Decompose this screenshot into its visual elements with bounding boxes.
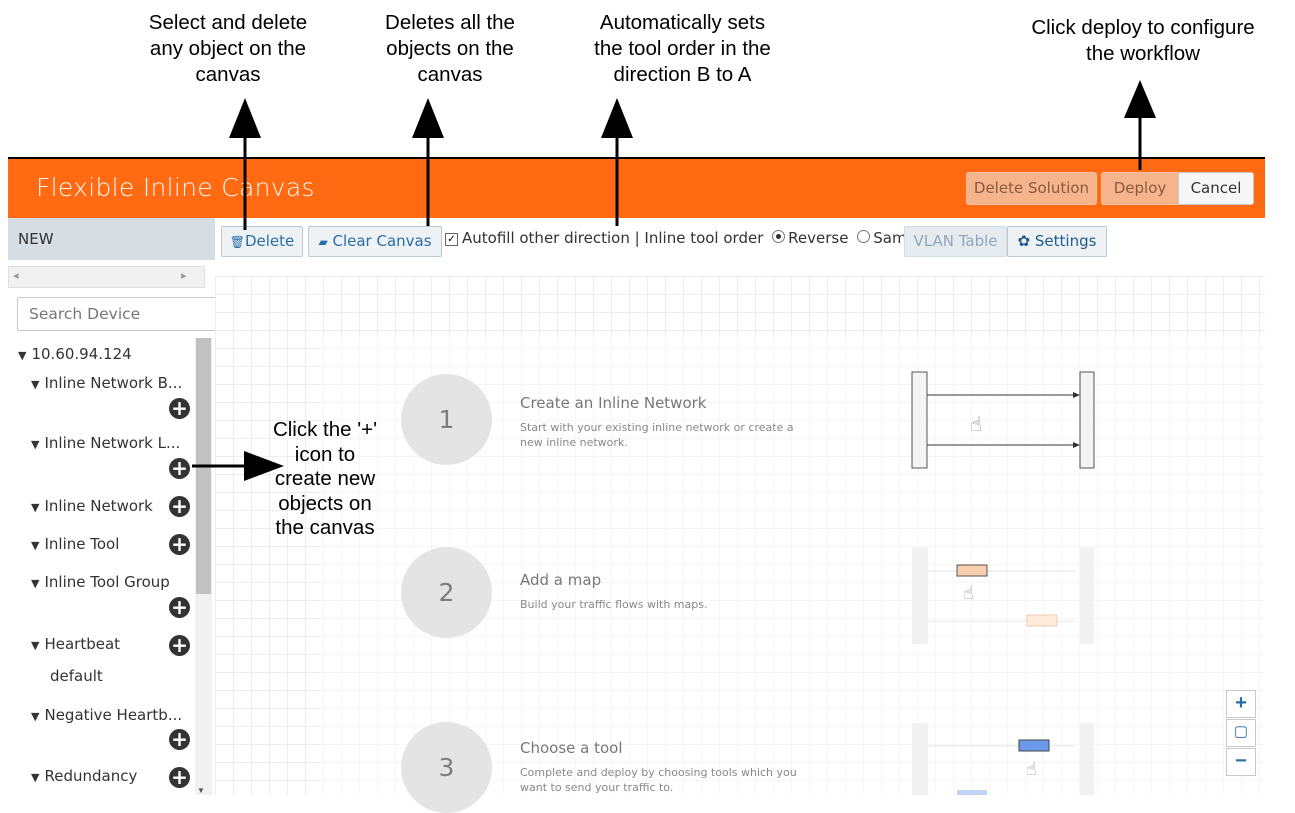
annotation-arrows xyxy=(192,80,1156,481)
arrow-to-autofill xyxy=(601,98,633,226)
arrow-to-clear-canvas xyxy=(412,98,444,226)
arrow-to-delete xyxy=(229,98,261,230)
arrow-to-deploy xyxy=(1124,80,1156,170)
arrow-to-plus-icon xyxy=(192,451,284,481)
